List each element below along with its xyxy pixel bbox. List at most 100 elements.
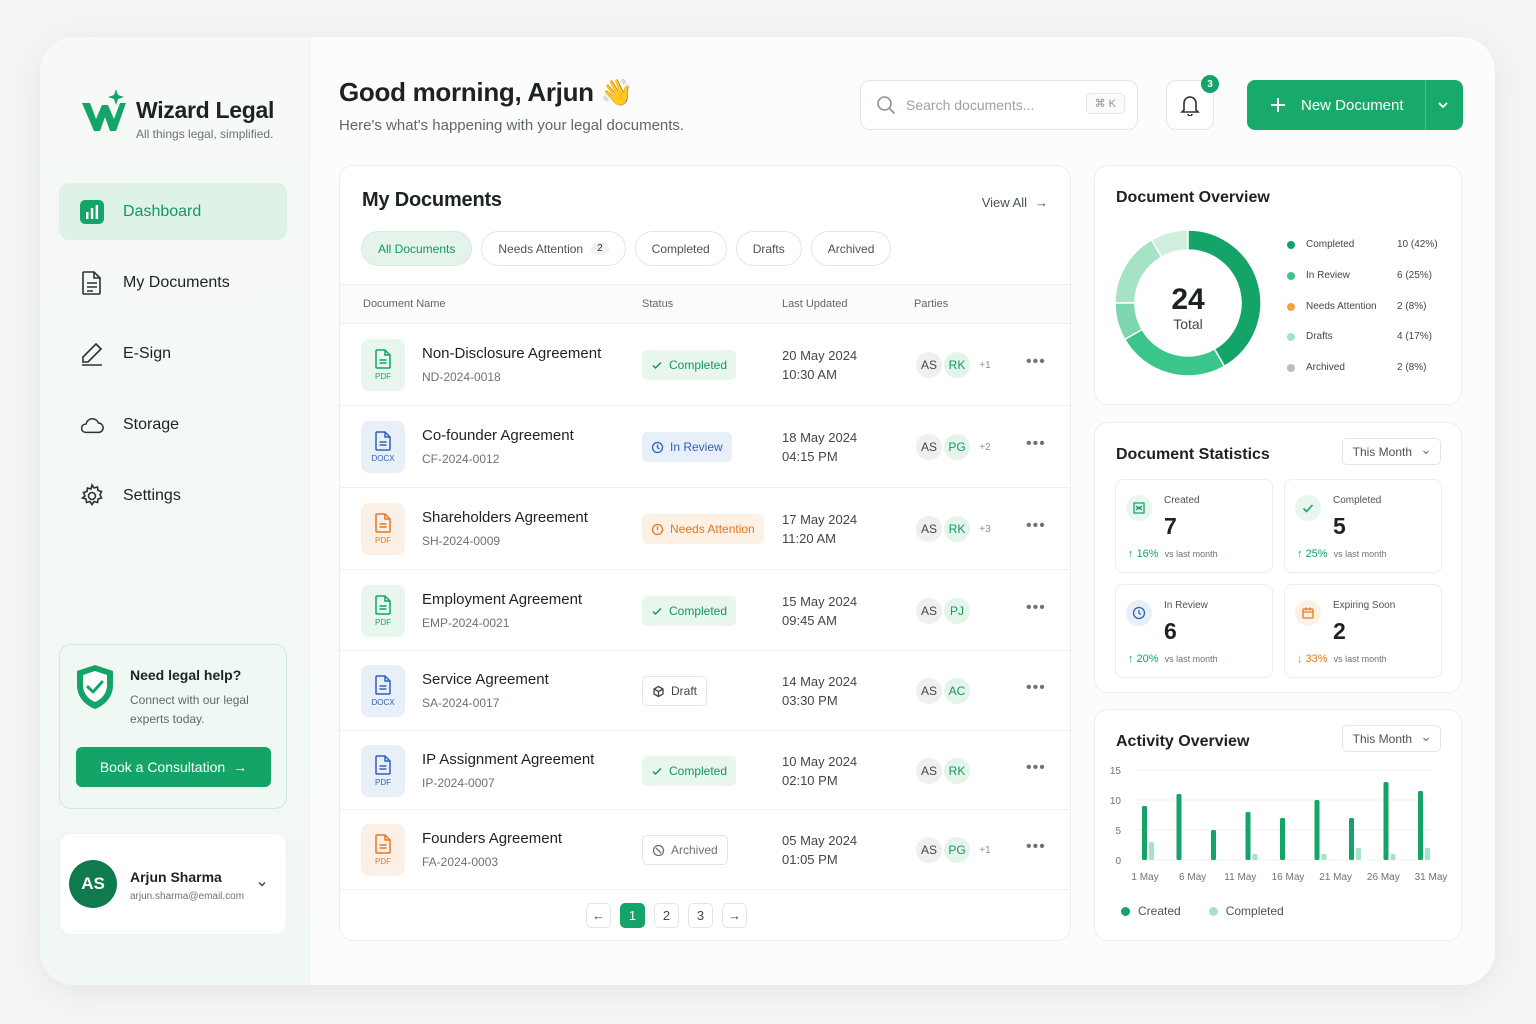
- parties[interactable]: AS RK +3: [914, 514, 1000, 544]
- logo[interactable]: Wizard Legal All things legal, simplifie…: [80, 89, 275, 141]
- document-name[interactable]: IP Assignment Agreement: [422, 751, 594, 768]
- document-id: SH-2024-0009: [422, 534, 501, 548]
- bar-completed[interactable]: [1425, 848, 1430, 860]
- bar-completed[interactable]: [1321, 854, 1327, 860]
- tab-archived[interactable]: Archived: [810, 231, 892, 266]
- table-row[interactable]: DOCX Co-founder Agreement CF-2024-0012 I…: [340, 406, 1070, 488]
- bar-completed[interactable]: [1252, 854, 1258, 860]
- page-3-button[interactable]: 3: [688, 903, 713, 928]
- period-dropdown[interactable]: This Month: [1341, 438, 1441, 465]
- card-title: Document Statistics: [1116, 446, 1270, 463]
- period-dropdown[interactable]: This Month: [1341, 725, 1441, 752]
- my-documents-card: My Documents View All → All Documents Ne…: [339, 165, 1071, 941]
- more-options-icon[interactable]: •••: [1026, 679, 1046, 697]
- tab-needs-attention[interactable]: Needs Attention 2: [481, 231, 626, 266]
- more-options-icon[interactable]: •••: [1026, 517, 1046, 535]
- bar-created[interactable]: [1418, 791, 1423, 860]
- chevron-down-icon: [1423, 737, 1429, 741]
- tab-all-documents[interactable]: All Documents: [361, 231, 473, 266]
- table-row[interactable]: DOCX Service Agreement SA-2024-0017 Draf…: [340, 651, 1070, 731]
- bar-completed[interactable]: [1390, 854, 1396, 860]
- stat-card-expiring-soon[interactable]: Expiring Soon 2 ↓ 33% vs last month: [1284, 584, 1442, 678]
- document-name[interactable]: Non-Disclosure Agreement: [422, 345, 601, 362]
- chevron-down-icon[interactable]: [1435, 97, 1451, 113]
- bar-created[interactable]: [1314, 800, 1320, 860]
- document-name[interactable]: Employment Agreement: [422, 591, 582, 608]
- greeting-text: Good morning, Arjun: [339, 77, 594, 107]
- table-row[interactable]: PDF Founders Agreement FA-2024-0003 Arch…: [340, 810, 1070, 890]
- stat-card-created[interactable]: Created 7 ↑ 16% vs last month: [1115, 479, 1273, 573]
- new-document-button[interactable]: New Document: [1247, 80, 1463, 130]
- nav-item-e-sign[interactable]: E-Sign: [59, 325, 287, 382]
- bar-created[interactable]: [1176, 794, 1182, 860]
- view-all-link[interactable]: View All →: [982, 195, 1048, 210]
- legend-label: Completed: [1306, 239, 1355, 250]
- book-consultation-button[interactable]: Book a Consultation →: [76, 747, 271, 787]
- document-name[interactable]: Service Agreement: [422, 671, 549, 688]
- check-icon: [651, 765, 663, 777]
- tab-completed[interactable]: Completed: [634, 231, 727, 266]
- brand-name: Wizard Legal: [136, 97, 275, 123]
- updated-date: 14 May 2024: [782, 674, 858, 689]
- document-name[interactable]: Co-founder Agreement: [422, 427, 574, 444]
- stat-card-in-review[interactable]: In Review 6 ↑ 20% vs last month: [1115, 584, 1273, 678]
- search-box[interactable]: ⌘ K: [860, 80, 1138, 130]
- bar-created[interactable]: [1142, 806, 1147, 860]
- user-profile[interactable]: AS Arjun Sharma arjun.sharma@email.com: [59, 833, 287, 935]
- nav-item-my-documents[interactable]: My Documents: [59, 254, 287, 311]
- x-tick-label: 16 May: [1272, 872, 1305, 883]
- document-name[interactable]: Shareholders Agreement: [422, 509, 588, 526]
- parties[interactable]: AS AC: [914, 676, 972, 706]
- brand-tagline: All things legal, simplified.: [136, 127, 274, 141]
- next-page-button[interactable]: →: [722, 903, 747, 928]
- nav-label: E-Sign: [123, 344, 172, 362]
- nav-item-settings[interactable]: Settings: [59, 467, 287, 524]
- parties[interactable]: AS RK +1: [914, 350, 1000, 380]
- more-options-icon[interactable]: •••: [1026, 599, 1046, 617]
- more-options-icon[interactable]: •••: [1026, 838, 1046, 856]
- table-row[interactable]: PDF IP Assignment Agreement IP-2024-0007…: [340, 731, 1070, 810]
- donut-slice-in-review[interactable]: [1123, 328, 1226, 377]
- nav-item-storage[interactable]: Storage: [59, 396, 287, 453]
- bar-completed[interactable]: [1149, 842, 1154, 860]
- more-options-icon[interactable]: •••: [1026, 435, 1046, 453]
- status-badge: Completed: [642, 755, 737, 786]
- prev-page-button[interactable]: ←: [586, 903, 611, 928]
- parties[interactable]: AS PG +2: [914, 432, 1000, 462]
- button-label: New Document: [1301, 96, 1404, 114]
- status-badge: Needs Attention: [642, 514, 764, 544]
- bar-created[interactable]: [1280, 818, 1285, 860]
- y-tick-label: 5: [1115, 826, 1121, 837]
- donut-slice-drafts[interactable]: [1114, 238, 1163, 304]
- bar-completed[interactable]: [1356, 848, 1361, 860]
- last-updated: 10 May 2024 02:10 PM: [782, 752, 857, 790]
- bar-created[interactable]: [1211, 830, 1216, 860]
- more-parties-count: +1: [970, 350, 1000, 380]
- page-1-button[interactable]: 1: [620, 903, 645, 928]
- parties[interactable]: AS RK: [914, 755, 972, 786]
- legend-value: 4 (17%): [1397, 331, 1433, 342]
- table-row[interactable]: PDF Non-Disclosure Agreement ND-2024-001…: [340, 324, 1070, 406]
- y-tick-label: 0: [1115, 856, 1121, 867]
- more-options-icon[interactable]: •••: [1026, 759, 1046, 777]
- search-input[interactable]: [906, 97, 1066, 113]
- tab-drafts[interactable]: Drafts: [735, 231, 802, 266]
- stat-change: ↑ 20% vs last month: [1128, 653, 1218, 665]
- nav-item-dashboard[interactable]: Dashboard: [59, 183, 287, 240]
- party-avatar: RK: [942, 755, 972, 786]
- parties[interactable]: AS PJ: [914, 595, 972, 626]
- stat-card-completed[interactable]: Completed 5 ↑ 25% vs last month: [1284, 479, 1442, 573]
- table-row[interactable]: PDF Employment Agreement EMP-2024-0021 C…: [340, 570, 1070, 651]
- check-icon: [651, 359, 663, 371]
- page-2-button[interactable]: 2: [654, 903, 679, 928]
- legend-swatch: [1287, 241, 1295, 249]
- more-options-icon[interactable]: •••: [1026, 353, 1046, 371]
- bar-created[interactable]: [1349, 818, 1354, 860]
- table-row[interactable]: PDF Shareholders Agreement SH-2024-0009 …: [340, 488, 1070, 570]
- document-name[interactable]: Founders Agreement: [422, 830, 562, 847]
- parties[interactable]: AS PG +1: [914, 835, 1000, 865]
- bar-created[interactable]: [1245, 812, 1251, 860]
- notifications-button[interactable]: 3: [1166, 75, 1219, 130]
- chevron-down-icon: [1423, 450, 1429, 454]
- bar-created[interactable]: [1383, 782, 1389, 860]
